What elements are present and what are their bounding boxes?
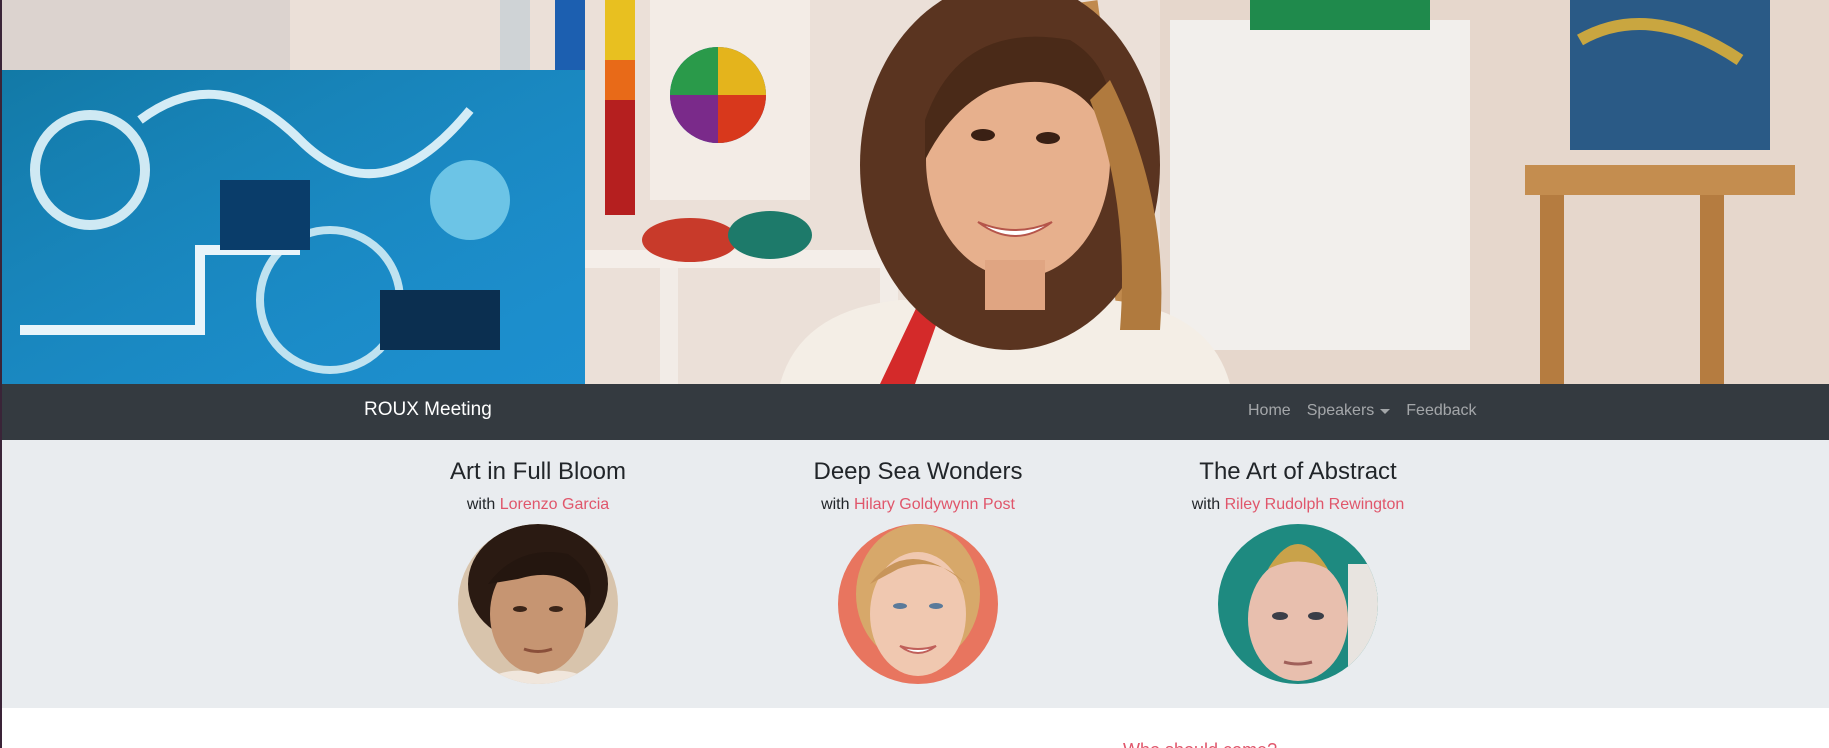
page-left-border [0, 0, 2, 748]
top-navbar: ROUX Meeting Home Speakers Feedback [0, 384, 1829, 440]
session-card: Deep Sea Wonders with Hilary Goldywynn P… [738, 440, 1098, 684]
speaker-avatar[interactable] [838, 524, 998, 684]
brand-link[interactable]: ROUX Meeting [364, 399, 492, 421]
session-title: Art in Full Bloom [449, 458, 627, 485]
caret-down-icon [1380, 408, 1391, 414]
with-label: with [821, 496, 850, 513]
session-title: The Art of Abstract [1199, 458, 1397, 485]
with-label: with [466, 496, 496, 513]
nav-speakers-dropdown[interactable]: Speakers [1299, 402, 1399, 420]
nav-speakers-label: Speakers [1306, 402, 1375, 419]
nav-home-label: Home [1248, 402, 1291, 419]
session-speaker-line: with Lorenzo Garcia [358, 496, 718, 514]
nav-links: Home Speakers Feedback [1240, 402, 1485, 420]
speaker-avatar[interactable] [1218, 524, 1378, 684]
session-card: Art in Full Bloom with Lorenzo Garcia [358, 440, 718, 684]
session-speaker-line: with Riley Rudolph Rewington [1118, 496, 1478, 514]
speaker-link[interactable]: Riley Rudolph Rewington [1225, 496, 1405, 513]
speaker-link[interactable]: Hilary Goldywynn Post [854, 496, 1015, 513]
nav-feedback-link[interactable]: Feedback [1398, 402, 1484, 420]
content-section: Who should come? [0, 708, 1829, 748]
nav-feedback-label: Feedback [1406, 402, 1477, 419]
session-title: Deep Sea Wonders [813, 458, 1023, 485]
with-label: with [1191, 496, 1221, 513]
session-card: The Art of Abstract with Riley Rudolph R… [1118, 440, 1478, 684]
speaker-link[interactable]: Lorenzo Garcia [500, 496, 609, 513]
who-should-come-link[interactable]: Who should come? [1123, 740, 1277, 748]
nav-home-link[interactable]: Home [1240, 402, 1299, 420]
session-speaker-line: with Hilary Goldywynn Post [738, 496, 1098, 514]
hero-image [0, 0, 1829, 384]
speaker-avatar[interactable] [458, 524, 618, 684]
sessions-section: Art in Full Bloom with Lorenzo Garcia De… [0, 440, 1829, 708]
